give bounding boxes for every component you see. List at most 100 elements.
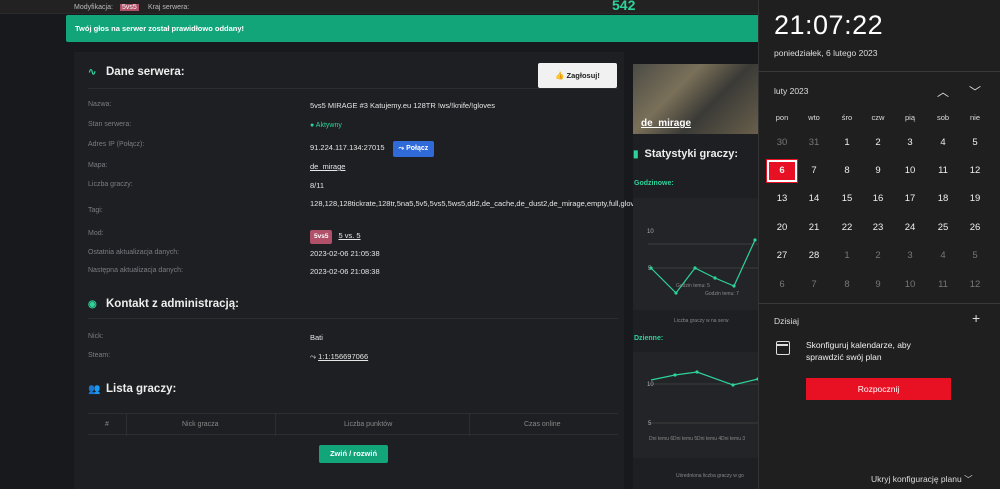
calendar-day[interactable]: 28: [799, 245, 829, 267]
data-point: [732, 284, 736, 288]
hourly-caption: Liczba graczy w na serw: [674, 318, 729, 324]
calendar-day[interactable]: 20: [767, 217, 797, 239]
calendar-day[interactable]: 7: [799, 160, 829, 182]
calendar-day[interactable]: 1: [832, 132, 862, 154]
calendar-day[interactable]: 30: [767, 132, 797, 154]
calendar-day[interactable]: 12: [960, 274, 990, 296]
daily-line: [650, 371, 759, 386]
daily-chart-svg: 10 5 Dni temu 6 Dni temu 5 Dni temu 4 Dn…: [647, 370, 760, 442]
calendar-day[interactable]: 7: [799, 274, 829, 296]
calendar-day[interactable]: 9: [863, 274, 893, 296]
tick-label: 5: [648, 421, 652, 427]
weekday-label: śro: [841, 113, 853, 122]
calendar-day[interactable]: 8: [832, 274, 862, 296]
modifier-badge: 5vs5: [120, 4, 139, 11]
calendar-day[interactable]: 2: [863, 132, 893, 154]
field-mod: Mod: 5vs5 5 vs. 5: [88, 230, 618, 246]
globe-icon: ◉: [88, 299, 97, 310]
calendar-day[interactable]: 4: [928, 132, 958, 154]
month-label[interactable]: luty 2023: [774, 86, 809, 96]
calendar-day[interactable]: 26: [960, 217, 990, 239]
calendar-day[interactable]: 17: [895, 188, 925, 210]
calendar-day[interactable]: 11: [928, 274, 958, 296]
data-point: [731, 383, 735, 387]
calendar-day[interactable]: 5: [960, 132, 990, 154]
configure-text: Skonfiguruj kalendarze, aby sprawdzić sw…: [806, 340, 911, 362]
calendar-day[interactable]: 23: [863, 217, 893, 239]
hide-plan-link[interactable]: Ukryj konfigurację planu ﹀: [871, 473, 973, 485]
field-last-update: Ostatnia aktualizacja danych: 2023-02-06 …: [88, 249, 380, 258]
calendar-day[interactable]: 11: [928, 160, 958, 182]
field-next-update: Następna aktualizacja danych: 2023-02-06 …: [88, 267, 380, 276]
calendar-day[interactable]: 12: [960, 160, 990, 182]
today-label: Dzisiaj: [774, 316, 800, 326]
field-status: Stan serwera: ● Aktywny: [88, 121, 342, 129]
x-label: Dni temu 4: [697, 436, 721, 442]
calendar-day[interactable]: 31: [799, 132, 829, 154]
status-dot-icon: ●: [310, 122, 315, 129]
toggle-button[interactable]: Zwiń / rozwiń: [319, 445, 388, 463]
calendar-day[interactable]: 2: [863, 245, 893, 267]
calendar-day[interactable]: 14: [799, 188, 829, 210]
stats-title: ▮ Statystyki graczy:: [633, 148, 739, 160]
data-point: [695, 370, 699, 374]
steam-icon: ⤳: [310, 352, 316, 361]
x-label: Dni temu 5: [673, 436, 697, 442]
calendar-day[interactable]: 15: [832, 188, 862, 210]
calendar-day[interactable]: 27: [767, 245, 797, 267]
calendar-day[interactable]: 3: [895, 132, 925, 154]
weekday-label: sob: [936, 113, 950, 122]
calendar-day[interactable]: 24: [895, 217, 925, 239]
map-link[interactable]: de_mirage: [310, 162, 618, 172]
calendar-day[interactable]: 10: [895, 160, 925, 182]
x-label: Dni temu 6: [649, 436, 673, 442]
daily-label: Dzienne:: [634, 335, 664, 342]
clock-time: 21:07:22: [774, 10, 884, 40]
daily-chart: 10 5 Dni temu 6 Dni temu 5 Dni temu 4 Dn…: [633, 352, 760, 458]
x-label: Dni temu 3: [721, 436, 745, 442]
pulse-icon: ∿: [88, 67, 97, 78]
country-label: Kraj serwera:: [148, 4, 190, 11]
calendar-day[interactable]: 8: [832, 160, 862, 182]
connect-button[interactable]: ⤳ Połącz: [392, 141, 435, 157]
field-map: Mapa: de_mirage: [88, 162, 618, 178]
clock-date[interactable]: poniedziałek, 6 lutego 2023: [774, 48, 878, 58]
calendar-day[interactable]: 9: [863, 160, 893, 182]
weekday-label: wto: [808, 113, 820, 122]
data-point: [649, 266, 653, 270]
calendar-day[interactable]: 13: [767, 188, 797, 210]
vote-button[interactable]: 👍 Zagłosuj!: [538, 63, 617, 88]
calendar-day[interactable]: 18: [928, 188, 958, 210]
calendar-day-today[interactable]: 6: [766, 159, 798, 183]
calendar-day[interactable]: 6: [767, 274, 797, 296]
data-point: [713, 276, 717, 280]
chevron-up-icon[interactable]: ︿: [937, 83, 949, 100]
weekday-label: pią: [904, 113, 915, 122]
calendar-icon: [776, 341, 790, 355]
steam-link[interactable]: 1:1:156697066: [318, 352, 368, 361]
calendar-day[interactable]: 21: [799, 217, 829, 239]
field-nick: Nick: Bati: [88, 333, 323, 342]
calendar-day[interactable]: 16: [863, 188, 893, 210]
weekday-label: czw: [871, 113, 885, 122]
admin-section-title: ◉ Kontakt z administracją:: [88, 298, 239, 310]
calendar-day[interactable]: 3: [895, 245, 925, 267]
add-event-icon[interactable]: +: [972, 310, 980, 326]
calendar-day[interactable]: 10: [895, 274, 925, 296]
chevron-down-icon[interactable]: ﹀: [969, 83, 981, 100]
calendar-day[interactable]: 4: [928, 245, 958, 267]
start-button[interactable]: Rozpocznij: [806, 378, 951, 400]
calendar-day[interactable]: 5: [960, 245, 990, 267]
calendar-day[interactable]: 19: [960, 188, 990, 210]
calendar-day[interactable]: 1: [832, 245, 862, 267]
chart-icon: ▮: [633, 149, 639, 160]
server-section-title: ∿ Dane serwera:: [88, 66, 185, 78]
count-value: 542: [612, 0, 636, 13]
calendar-day[interactable]: 25: [928, 217, 958, 239]
divider: [88, 318, 618, 319]
calendar-day[interactable]: 22: [832, 217, 862, 239]
players-section-title: 👥 Lista graczy:: [88, 383, 177, 395]
hourly-chart: 10 5 Godzin temu: 5 Godzin temu: 7: [633, 198, 760, 310]
map-name[interactable]: de_mirage: [641, 118, 691, 129]
mod-link[interactable]: 5 vs. 5: [338, 231, 360, 240]
